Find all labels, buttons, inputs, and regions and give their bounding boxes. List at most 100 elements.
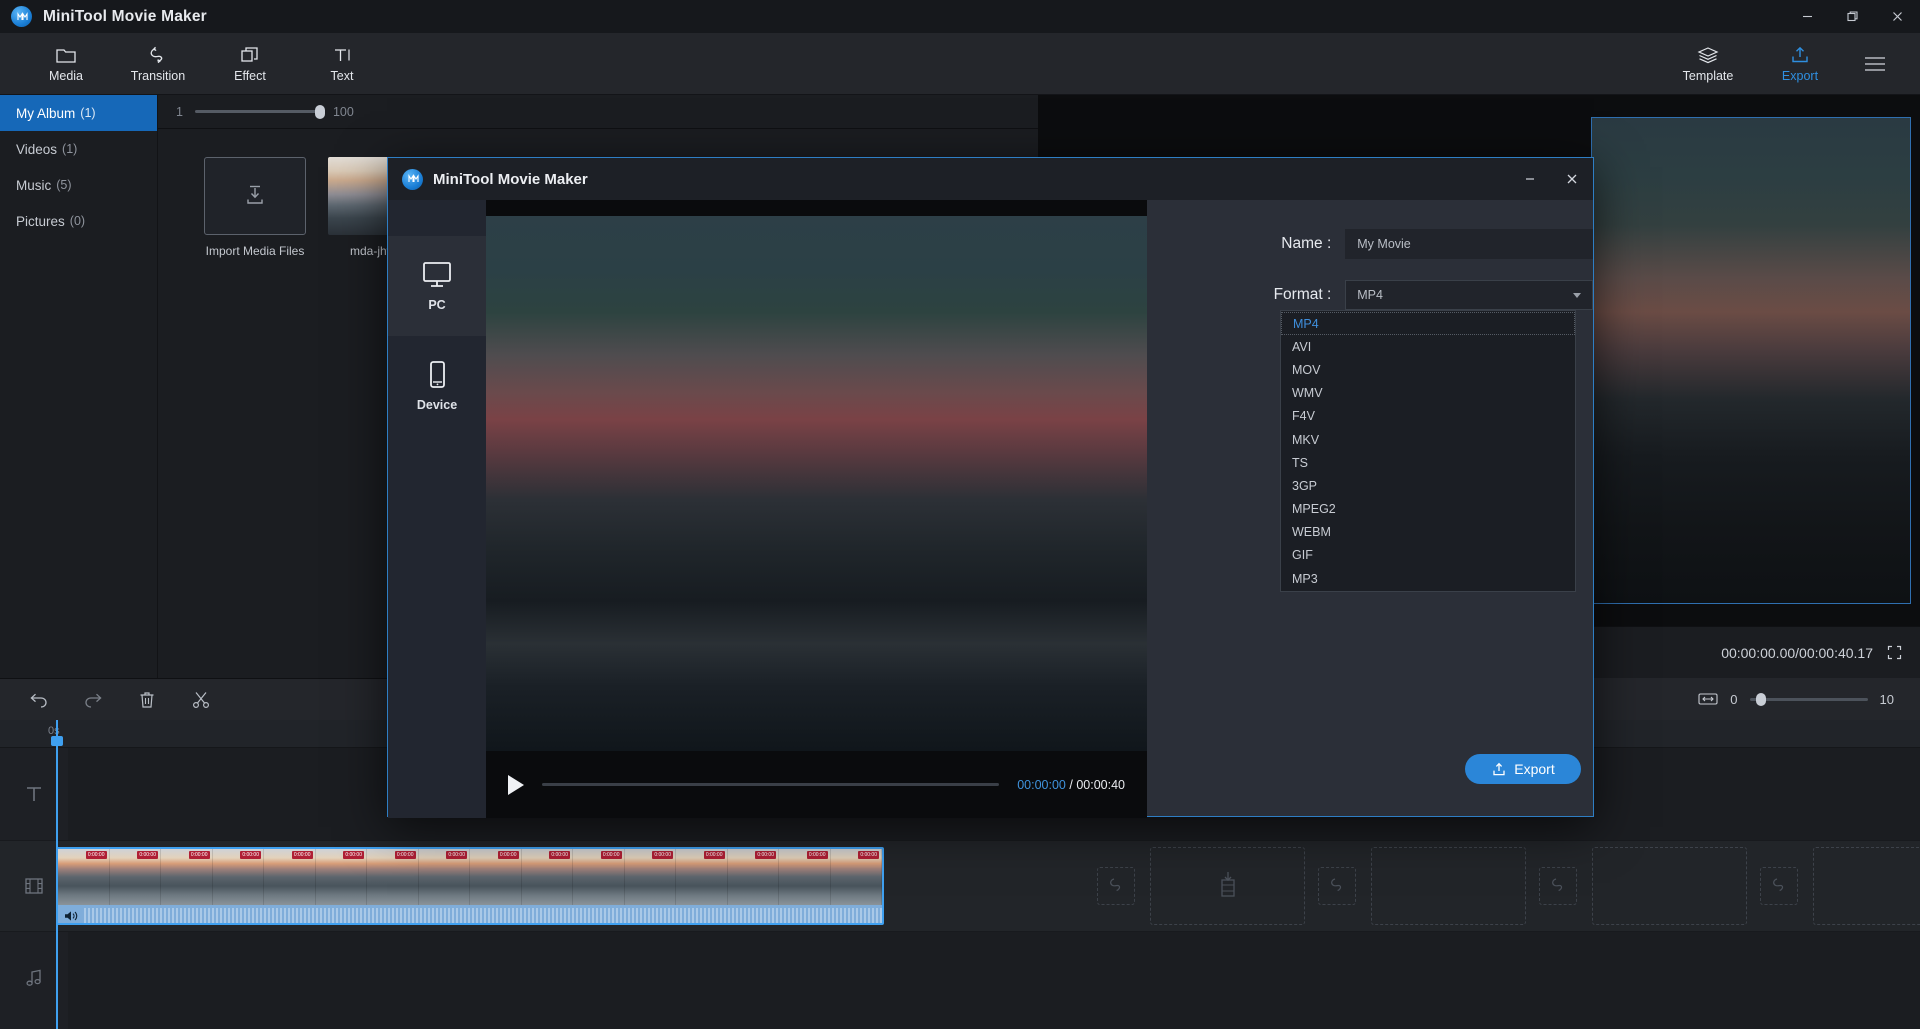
format-option-f4v[interactable]: F4V	[1281, 405, 1575, 428]
sidebar-item-my-album[interactable]: My Album (1)	[0, 95, 157, 131]
minitool-logo-icon	[11, 6, 32, 27]
format-option-wmv[interactable]: WMV	[1281, 382, 1575, 405]
ribbon-tab-export[interactable]: Export	[1754, 35, 1846, 93]
format-option-mp4[interactable]: MP4	[1281, 312, 1575, 336]
timeline-playhead-knob[interactable]	[51, 736, 63, 746]
clip-audio-waveform	[58, 905, 882, 923]
chevron-down-icon[interactable]	[1573, 292, 1581, 298]
format-option-mp3[interactable]: MP3	[1281, 567, 1575, 590]
dialog-export-button[interactable]: Export	[1465, 754, 1581, 784]
close-button[interactable]	[1875, 0, 1920, 33]
dialog-close-button[interactable]	[1551, 158, 1593, 200]
transition-slot[interactable]	[1760, 867, 1798, 905]
format-select[interactable]: MP4	[1345, 280, 1593, 310]
media-dropzone[interactable]	[1813, 847, 1920, 925]
clip-frame-badge: 0:00:00	[858, 851, 879, 859]
timeline-playhead[interactable]	[51, 720, 63, 1029]
dialog-tab-list: PC Device	[388, 200, 486, 818]
format-select-value: MP4	[1357, 288, 1383, 302]
timeline-zoom-min-label: 0	[1730, 691, 1738, 707]
timeline-zoom-slider-knob[interactable]	[1755, 692, 1766, 706]
export-upload-icon	[1491, 762, 1507, 777]
clip-frame-badge: 0:00:00	[446, 851, 467, 859]
phone-icon	[420, 360, 454, 390]
clip-frame-badge: 0:00:00	[806, 851, 828, 859]
fullscreen-icon[interactable]	[1887, 645, 1902, 660]
transition-slot[interactable]	[1539, 867, 1577, 905]
video-clip[interactable]: 0:00:00 0:00:00 0:00:00 0:00:00 0:00:00 0:00:…	[56, 847, 884, 925]
hamburger-menu-icon[interactable]	[1846, 35, 1904, 93]
player-current-time: 00:00:00	[1017, 777, 1066, 792]
ribbon-tab-transition[interactable]: Transition	[112, 35, 204, 93]
minimize-button[interactable]	[1785, 0, 1830, 33]
import-media-cell[interactable]: Import Media Files	[204, 157, 306, 258]
music-note-icon	[23, 967, 45, 989]
ribbon-tab-effect[interactable]: Effect	[204, 35, 296, 93]
redo-button[interactable]	[78, 685, 108, 715]
dialog-tab-pc[interactable]: PC	[388, 236, 486, 336]
form-row-name: Name : My Movie	[1147, 229, 1593, 259]
sidebar-item-videos[interactable]: Videos (1)	[0, 131, 157, 167]
music-track[interactable]	[68, 932, 1920, 1029]
dialog-video-surface[interactable]	[486, 216, 1147, 751]
sidebar-item-music[interactable]: Music (5)	[0, 167, 157, 203]
dialog-preview: 00:00:00 / 00:00:40	[486, 200, 1147, 818]
sidebar-item-my-album-count: (1)	[80, 106, 96, 120]
dialog-tab-device-label: Device	[416, 398, 458, 412]
import-media-label: Import Media Files	[205, 244, 305, 258]
clip-frame: 0:00:00	[109, 849, 161, 905]
speaker-icon[interactable]	[58, 909, 84, 923]
clip-frame: 0:00:00	[470, 849, 522, 905]
minitool-logo-icon	[402, 168, 423, 190]
media-dropzone[interactable]	[1371, 847, 1526, 925]
export-upload-icon	[1789, 45, 1811, 65]
ribbon-tab-template[interactable]: Template	[1662, 35, 1754, 93]
transition-icon	[147, 45, 169, 65]
format-option-ts[interactable]: TS	[1281, 451, 1575, 474]
transition-slot[interactable]	[1097, 867, 1135, 905]
dialog-minimize-button[interactable]	[1509, 158, 1551, 200]
media-zoom-slider[interactable]	[194, 105, 325, 119]
split-button[interactable]	[186, 685, 216, 715]
undo-button[interactable]	[24, 685, 54, 715]
clip-frame: 0:00:00	[315, 849, 367, 905]
preview-video-surface[interactable]	[1591, 117, 1911, 604]
clip-filmstrip: 0:00:00 0:00:00 0:00:00 0:00:00 0:00:00 0:00:…	[58, 849, 882, 905]
folder-icon	[55, 45, 77, 65]
sidebar-item-pictures[interactable]: Pictures (0)	[0, 203, 157, 239]
import-media-button[interactable]	[204, 157, 306, 235]
format-option-mpeg2[interactable]: MPEG2	[1281, 498, 1575, 521]
ribbon-tab-text[interactable]: Text	[296, 35, 388, 93]
clip-frame-badge: 0:00:00	[755, 851, 776, 859]
clip-frame: 0:00:00	[573, 849, 625, 905]
timeline-zoom-slider[interactable]	[1749, 692, 1868, 706]
import-download-icon	[242, 182, 268, 210]
seek-bar[interactable]	[542, 783, 1000, 786]
name-field[interactable]: My Movie	[1345, 229, 1593, 259]
maximize-button[interactable]	[1830, 0, 1875, 33]
app-window: MiniTool Movie Maker Media Transition Ef…	[0, 0, 1920, 1029]
fit-to-width-icon[interactable]	[1698, 692, 1718, 706]
dialog-window-controls	[1509, 158, 1593, 200]
format-dropdown-list[interactable]: MP4 AVI MOV WMV F4V MKV TS 3GP MPEG2 WEBM GIF MP3	[1280, 310, 1576, 593]
format-option-mkv[interactable]: MKV	[1281, 428, 1575, 451]
delete-button[interactable]	[132, 685, 162, 715]
media-dropzone[interactable]	[1592, 847, 1747, 925]
video-track[interactable]: 0:00:00 0:00:00 0:00:00 0:00:00 0:00:00 0:00:…	[56, 840, 1920, 932]
format-option-avi[interactable]: AVI	[1281, 335, 1575, 358]
format-option-webm[interactable]: WEBM	[1281, 521, 1575, 544]
play-icon[interactable]	[508, 774, 524, 795]
media-zoom-slider-knob[interactable]	[314, 105, 325, 119]
format-option-mov[interactable]: MOV	[1281, 358, 1575, 381]
format-option-gif[interactable]: GIF	[1281, 544, 1575, 567]
clip-frame-badge: 0:00:00	[394, 851, 416, 859]
timeline-zoom-max-label: 10	[1879, 691, 1894, 707]
format-label: Format :	[1273, 286, 1332, 303]
transition-slot[interactable]	[1318, 867, 1356, 905]
dialog-tab-device[interactable]: Device	[388, 336, 486, 436]
format-option-3gp[interactable]: 3GP	[1281, 474, 1575, 497]
media-dropzone[interactable]	[1150, 847, 1305, 925]
template-layers-icon	[1696, 45, 1720, 65]
ribbon-tab-media[interactable]: Media	[20, 35, 112, 93]
ribbon-tab-effect-label: Effect	[234, 68, 266, 83]
